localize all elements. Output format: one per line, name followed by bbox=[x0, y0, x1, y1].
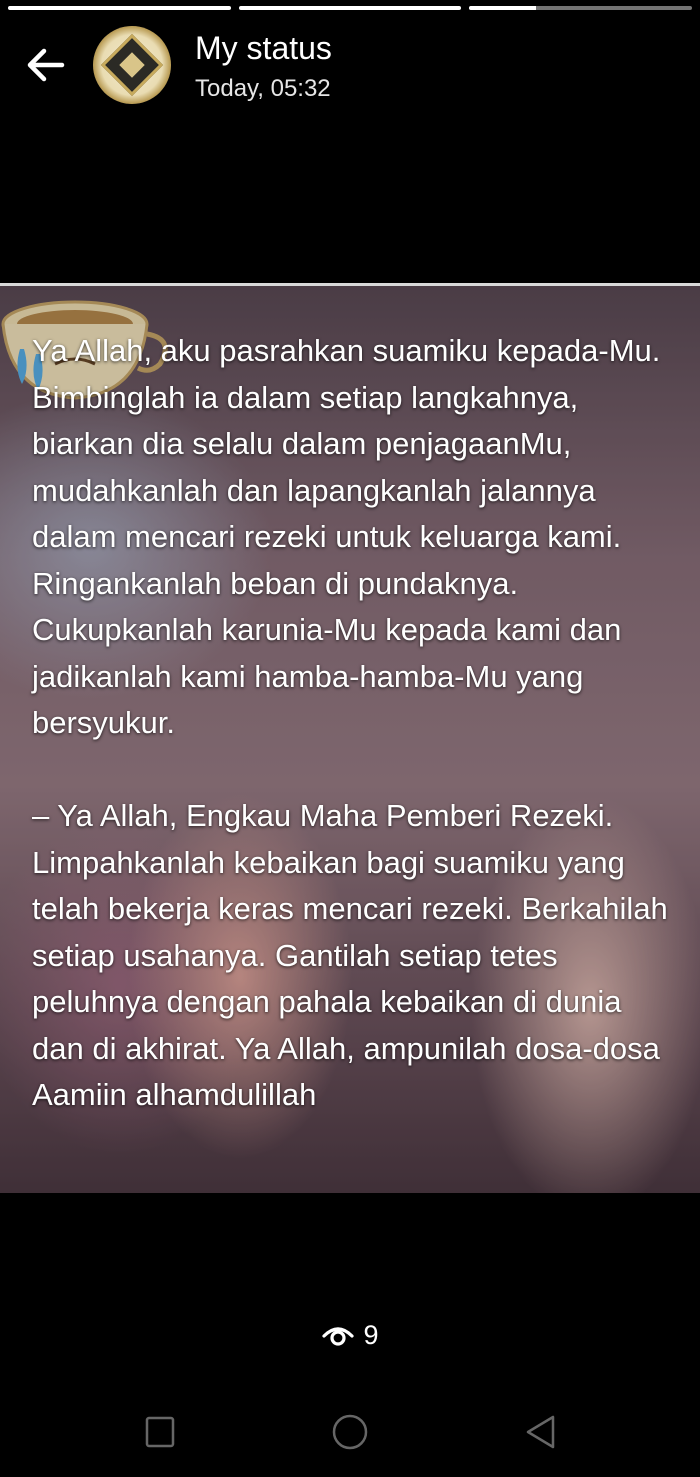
system-navigation-bar bbox=[0, 1390, 700, 1477]
home-icon[interactable] bbox=[330, 1412, 370, 1452]
view-count[interactable]: 9 bbox=[0, 1318, 700, 1352]
status-header: My status Today, 05:32 bbox=[0, 22, 700, 112]
back-arrow-icon[interactable] bbox=[22, 42, 68, 88]
progress-segment bbox=[238, 6, 462, 10]
avatar-emblem bbox=[100, 33, 164, 97]
back-triangle-icon[interactable] bbox=[520, 1412, 560, 1452]
avatar[interactable] bbox=[93, 26, 171, 104]
status-caption: Ya Allah, aku pasrahkan suamiku kepada-M… bbox=[32, 333, 668, 1112]
status-owner-title: My status bbox=[195, 30, 332, 66]
view-count-number: 9 bbox=[363, 1319, 379, 1350]
progress-segment bbox=[8, 6, 231, 10]
progress-segment bbox=[469, 6, 693, 10]
status-progress-bar bbox=[8, 6, 693, 10]
recents-icon[interactable] bbox=[140, 1412, 180, 1452]
status-timestamp: Today, 05:32 bbox=[195, 75, 331, 102]
eye-icon bbox=[322, 1327, 355, 1346]
